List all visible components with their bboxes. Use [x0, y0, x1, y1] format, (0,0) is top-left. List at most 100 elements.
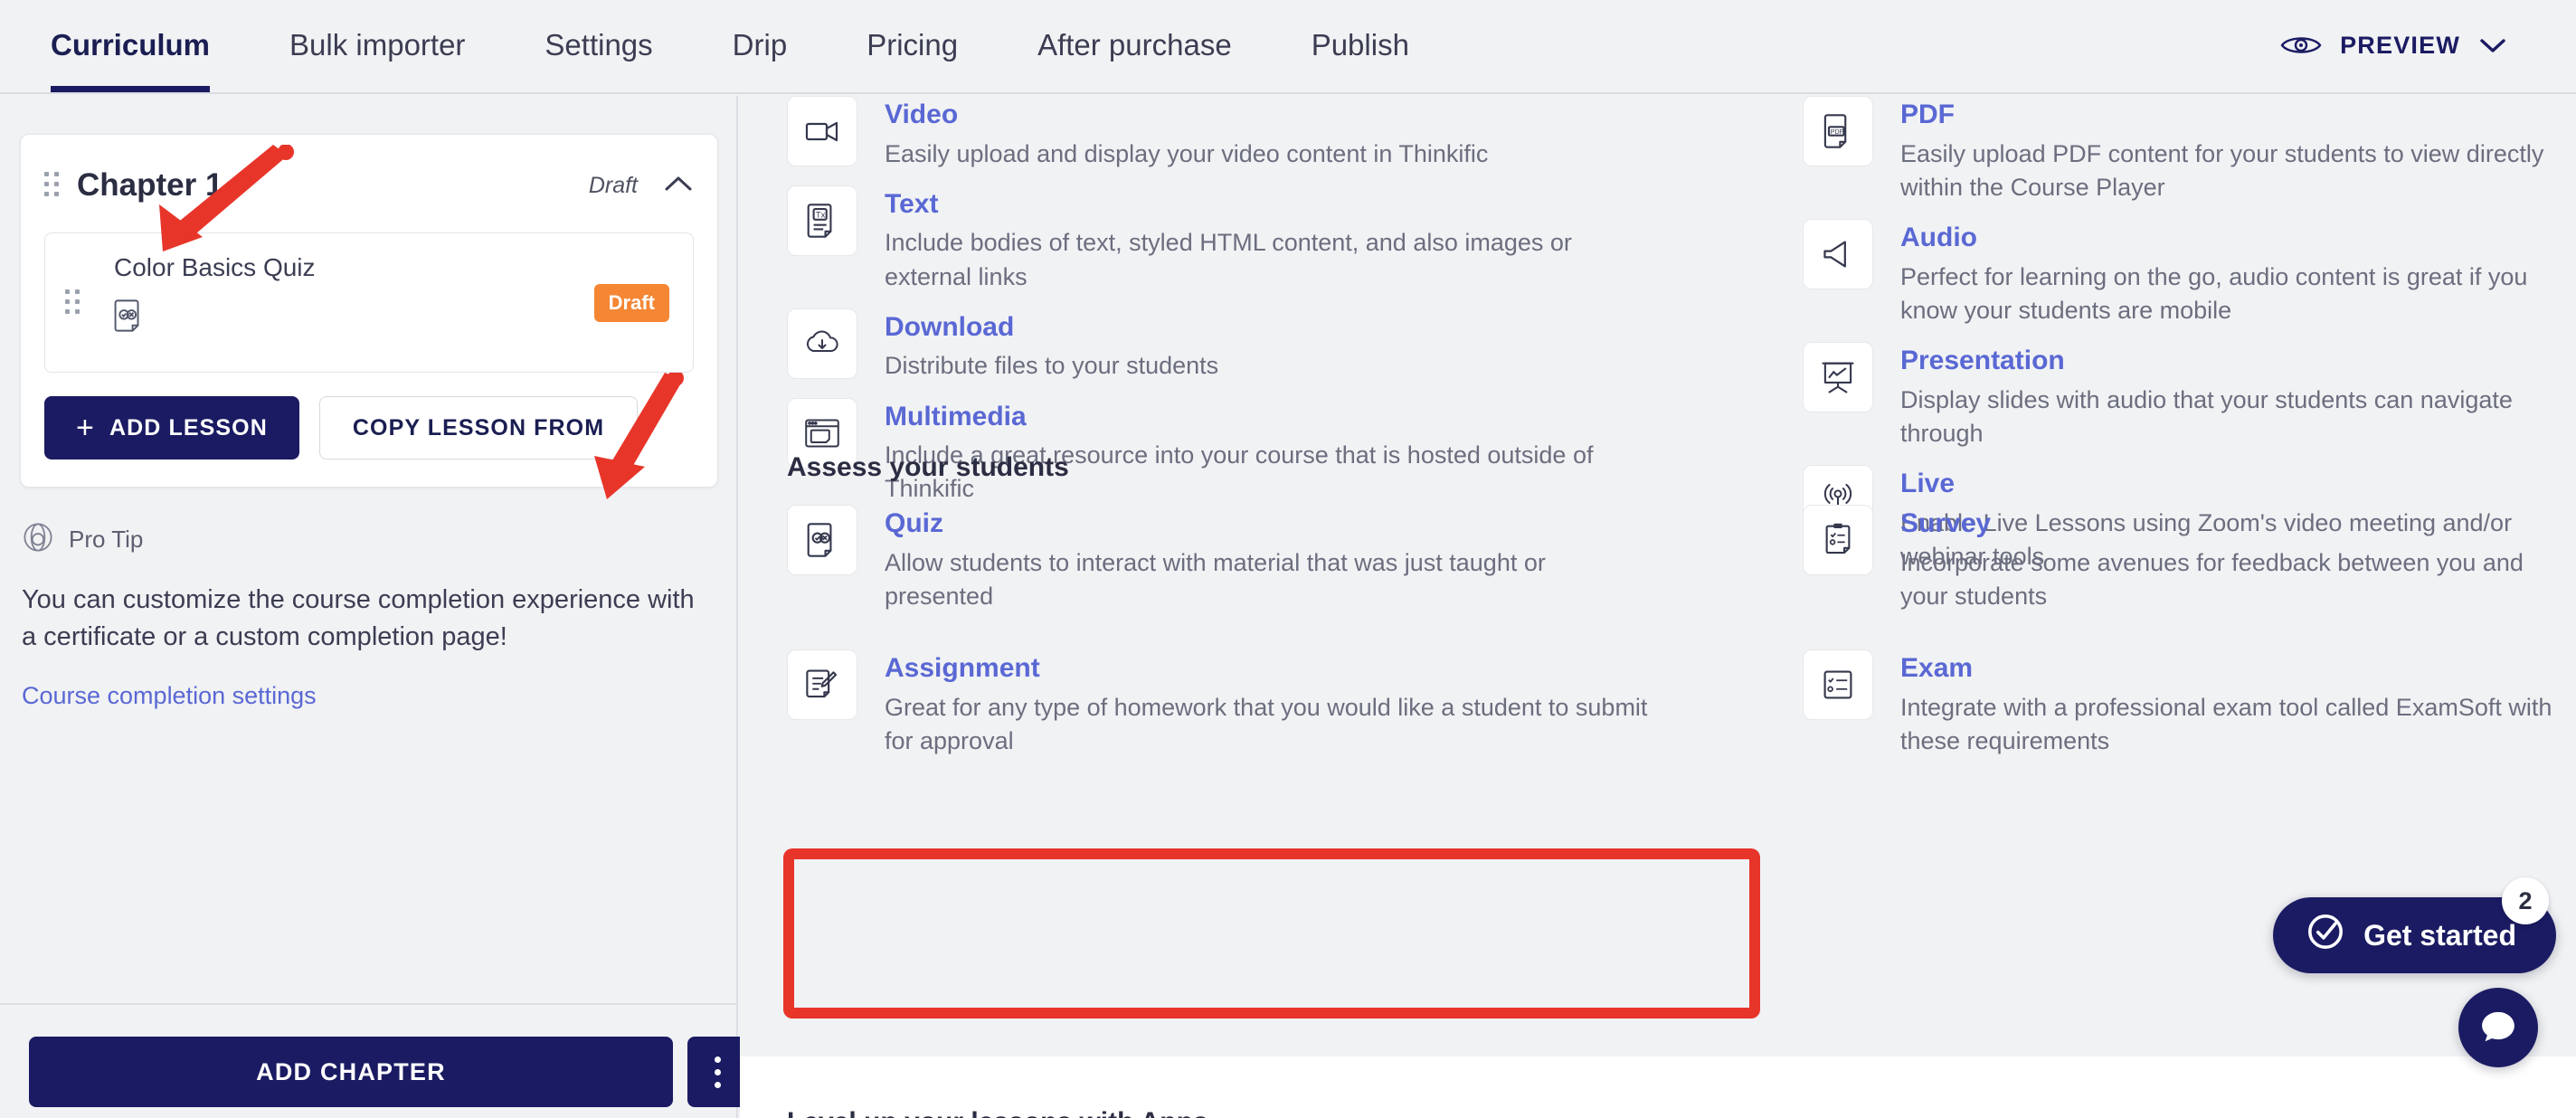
lesson-type-text: Video Easily upload and display your vid… [885, 96, 1488, 171]
lesson-type-text: PDF Easily upload PDF content for your s… [1900, 96, 2576, 204]
get-started-count-badge: 2 [2502, 877, 2549, 924]
exam-icon [1803, 649, 1873, 720]
lesson-type-audio[interactable]: Audio Perfect for learning on the go, au… [1803, 219, 2576, 327]
preview-button[interactable]: PREVIEW [2280, 0, 2576, 92]
add-chapter-button[interactable]: ADD CHAPTER [29, 1037, 673, 1107]
lesson-type-desc: Integrate with a professional exam tool … [1900, 693, 2552, 754]
kebab-dot [714, 1056, 721, 1063]
lesson-type-desc: Easily upload and display your video con… [885, 139, 1489, 167]
chapter-more-options-button[interactable] [687, 1037, 747, 1107]
assess-section-title: Assess your students [787, 452, 1069, 482]
lesson-type-title: Exam [1900, 653, 1974, 683]
apps-section-title: Level up your lessons with Apps [787, 1107, 1208, 1118]
tab-label: Publish [1311, 28, 1409, 62]
tab-bulk-importer[interactable]: Bulk importer [250, 0, 505, 92]
curriculum-sidebar: Chapter 1 Draft Color Basics Quiz Draft … [0, 96, 747, 1118]
pro-tip-body: You can customize the course completion … [22, 585, 695, 651]
lesson-type-desc: Great for any type of homework that you … [885, 693, 1648, 754]
chapter-status: Draft [588, 172, 638, 198]
chat-bubble-icon [2478, 1006, 2518, 1050]
survey-icon [1803, 505, 1873, 575]
lesson-action-buttons: + ADD LESSON COPY LESSON FROM [44, 396, 694, 460]
lesson-type-download[interactable]: Download Distribute files to your studen… [787, 308, 1658, 384]
lesson-type-text: Exam Integrate with a professional exam … [1900, 649, 2576, 758]
quiz-icon [114, 298, 669, 337]
drag-handle-icon[interactable] [44, 172, 59, 199]
tab-label: After purchase [1037, 28, 1232, 62]
chapter-header-right: Draft [589, 173, 694, 199]
lesson-type-text: Quiz Allow students to interact with mat… [885, 505, 1658, 613]
chevron-up-icon[interactable] [663, 174, 694, 198]
lesson-type-text: Download Distribute files to your studen… [885, 308, 1218, 384]
presentation-icon [1803, 342, 1873, 412]
pro-tip-header: Pro Tip [22, 521, 709, 558]
lesson-type-title: Audio [1900, 223, 1977, 252]
lesson-title: Color Basics Quiz [114, 253, 316, 281]
lesson-type-title: Quiz [885, 508, 943, 538]
chapter-header: Chapter 1 Draft [44, 158, 694, 213]
course-completion-settings-link[interactable]: Course completion settings [22, 682, 709, 710]
tab-label: Curriculum [51, 28, 211, 62]
tab-label: Pricing [867, 28, 959, 62]
lesson-type-video[interactable]: Video Easily upload and display your vid… [787, 96, 1658, 171]
lesson-type-text: Audio Perfect for learning on the go, au… [1900, 219, 2576, 327]
tab-label: Drip [732, 28, 788, 62]
download-icon [787, 308, 857, 379]
lesson-drag-handle-icon[interactable] [65, 289, 80, 317]
lesson-type-title: Download [885, 311, 1015, 342]
check-circle-icon [2306, 912, 2345, 959]
lesson-type-exam[interactable]: Exam Integrate with a professional exam … [1803, 649, 2576, 758]
lesson-type-title: Video [885, 99, 959, 129]
copy-lesson-from-button[interactable]: COPY LESSON FROM [318, 396, 639, 460]
lesson-type-quiz[interactable]: Quiz Allow students to interact with mat… [787, 505, 1658, 613]
lesson-type-text: Assignment Great for any type of homewor… [885, 649, 1658, 758]
chapter-title: Chapter 1 [77, 167, 223, 203]
add-lesson-button[interactable]: + ADD LESSON [44, 396, 299, 460]
svg-text:Tx: Tx [816, 209, 826, 219]
lesson-type-desc: Perfect for learning on the go, audio co… [1900, 262, 2528, 324]
tab-publish[interactable]: Publish [1272, 0, 1449, 92]
tab-pricing[interactable]: Pricing [827, 0, 998, 92]
tab-settings[interactable]: Settings [505, 0, 692, 92]
lesson-type-title: PDF [1900, 99, 1955, 129]
assess-column-left: Quiz Allow students to interact with mat… [740, 505, 1658, 772]
sidebar-divider [0, 1003, 736, 1005]
lesson-type-desc: Easily upload PDF content for your stude… [1900, 139, 2544, 201]
kebab-dot [714, 1081, 721, 1088]
top-navigation: Curriculum Bulk importer Settings Drip P… [0, 0, 2576, 94]
tab-label: Bulk importer [289, 28, 466, 62]
lightbulb-icon [22, 521, 54, 558]
get-started-button[interactable]: Get started 2 [2273, 877, 2556, 973]
chat-widget-button[interactable] [2458, 988, 2538, 1067]
tab-curriculum[interactable]: Curriculum [0, 0, 250, 92]
lesson-type-survey[interactable]: Survey Incorporate some avenues for feed… [1803, 505, 2576, 613]
lesson-type-title: Presentation [1900, 346, 2065, 375]
add-lesson-label: ADD LESSON [109, 414, 268, 441]
lesson-type-title: Assignment [885, 653, 1040, 683]
annotation-highlight-assignment [783, 848, 1760, 1019]
tab-after-purchase[interactable]: After purchase [998, 0, 1272, 92]
svg-text:PDF: PDF [1831, 129, 1844, 136]
copy-lesson-label: COPY LESSON FROM [352, 414, 605, 441]
lesson-type-title: Text [885, 188, 939, 219]
tab-list: Curriculum Bulk importer Settings Drip P… [0, 0, 1449, 92]
assess-section: Assess your students Quiz Allow students… [740, 432, 2576, 772]
lesson-type-text[interactable]: Tx Text Include bodies of text, styled H… [787, 185, 1658, 294]
lesson-type-assignment[interactable]: Assignment Great for any type of homewor… [787, 649, 1658, 758]
assess-column-right: Survey Incorporate some avenues for feed… [1658, 505, 2576, 772]
tab-drip[interactable]: Drip [693, 0, 828, 92]
sidebar-bottom-actions: ADD CHAPTER [29, 1037, 747, 1107]
curriculum-page: Curriculum Bulk importer Settings Drip P… [0, 0, 2576, 1118]
lesson-type-text: Text Include bodies of text, styled HTML… [885, 185, 1658, 294]
video-icon [787, 96, 857, 166]
quiz-icon [787, 505, 857, 575]
lesson-row[interactable]: Color Basics Quiz Draft [44, 232, 694, 373]
plus-icon: + [76, 411, 95, 445]
lesson-type-pdf[interactable]: PDF PDF Easily upload PDF content for yo… [1803, 96, 2576, 204]
eye-icon [2280, 32, 2322, 59]
tab-label: Settings [545, 28, 653, 62]
apps-section: Level up your lessons with Apps [740, 1056, 2576, 1118]
assignment-icon [787, 649, 857, 720]
chapter-card: Chapter 1 Draft Color Basics Quiz Draft … [20, 134, 718, 488]
preview-label: PREVIEW [2340, 31, 2460, 59]
